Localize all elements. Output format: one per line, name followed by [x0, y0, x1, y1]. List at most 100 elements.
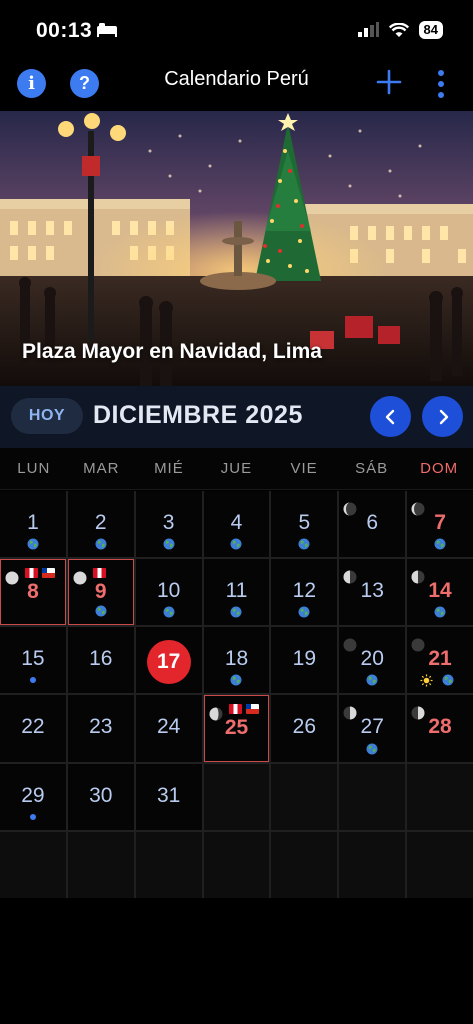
previous-month-button[interactable]	[370, 396, 411, 437]
day-number: 30	[89, 783, 113, 807]
day-cell[interactable]: 31	[135, 763, 202, 830]
day-cell[interactable]: 7	[407, 491, 473, 558]
hero-caption: Plaza Mayor en Navidad, Lima	[22, 340, 322, 363]
day-number: 24	[156, 715, 181, 739]
chevron-left-icon	[385, 409, 394, 424]
empty-cell	[271, 831, 338, 898]
moon-phase-icon	[343, 570, 357, 584]
hero-image: Plaza Mayor en Navidad, Lima	[0, 111, 473, 386]
day-number: 3	[162, 511, 175, 534]
globe-icon	[442, 674, 454, 686]
month-header: HOY DICIEMBRE 2025	[0, 386, 473, 448]
day-cell[interactable]: 26	[271, 695, 338, 762]
battery-indicator: 84	[418, 21, 443, 39]
status-icons: 84	[357, 21, 443, 39]
chile-flag-icon	[42, 568, 55, 579]
moon-phase-icon	[209, 707, 223, 721]
day-cell[interactable]: 11	[203, 559, 270, 626]
status-bar: 00:13 84	[0, 0, 473, 60]
day-number: 2	[94, 511, 107, 534]
day-cell[interactable]: 12	[271, 559, 338, 626]
day-number: 19	[292, 647, 317, 671]
globe-icon	[27, 538, 39, 550]
day-cell[interactable]: 21	[407, 627, 473, 694]
weekday-label: DOM	[420, 460, 459, 477]
empty-cell	[339, 831, 406, 898]
globe-icon	[366, 743, 378, 755]
holiday-flags	[92, 568, 106, 579]
day-number: 15	[21, 647, 45, 671]
day-cell[interactable]: 29	[0, 763, 66, 830]
day-cell[interactable]: 10	[135, 559, 202, 626]
day-cell[interactable]: 19	[271, 627, 338, 694]
holiday-flags	[25, 568, 55, 579]
weekday-label: VIE	[290, 460, 318, 477]
globe-icon	[230, 674, 242, 686]
chile-flag-icon	[245, 704, 259, 715]
moon-phase-icon	[411, 638, 425, 652]
globe-icon	[230, 538, 242, 550]
signal-icon	[357, 22, 379, 37]
globe-icon	[230, 606, 242, 618]
day-cell[interactable]: 6	[339, 491, 406, 558]
day-number: 1	[27, 511, 39, 534]
day-number: 22	[21, 715, 45, 739]
day-number: 12	[292, 579, 317, 603]
nav-bar: i ? Calendario Perú	[0, 60, 473, 110]
day-cell[interactable]: 3	[135, 491, 202, 558]
moon-phase-icon	[5, 571, 19, 585]
day-cell[interactable]: 5	[271, 491, 338, 558]
month-title: DICIEMBRE 2025	[93, 401, 303, 429]
day-cell[interactable]: 20	[339, 627, 406, 694]
day-cell[interactable]: 15	[0, 627, 66, 694]
empty-cell	[271, 763, 338, 830]
globe-icon	[95, 538, 107, 550]
globe-icon	[163, 606, 175, 618]
status-time: 00:13	[36, 19, 93, 42]
day-cell[interactable]: 27	[339, 695, 406, 762]
day-cell[interactable]: 8	[0, 559, 66, 626]
event-dot	[29, 813, 36, 820]
day-number: 23	[89, 715, 113, 739]
moon-phase-icon	[343, 502, 357, 516]
peru-flag-icon	[25, 568, 38, 579]
today-button[interactable]: HOY	[11, 398, 83, 434]
day-cell[interactable]: 25	[203, 695, 270, 762]
empty-cell	[135, 831, 202, 898]
day-cell[interactable]: 13	[339, 559, 406, 626]
day-cell[interactable]: 14	[407, 559, 473, 626]
chevron-right-icon	[439, 409, 448, 424]
peru-flag-icon	[92, 568, 106, 579]
moon-phase-icon	[343, 706, 357, 720]
weekday-label: MIÉ	[154, 460, 184, 477]
day-number: 18	[224, 647, 249, 671]
weekday-header: LUN MAR MIÉ JUE VIE SÁB DOM	[0, 448, 473, 490]
more-options-icon[interactable]	[434, 68, 448, 100]
day-cell[interactable]: 24	[135, 695, 202, 762]
globe-icon	[95, 605, 107, 617]
empty-cell	[407, 763, 473, 830]
day-number: 11	[225, 579, 248, 603]
peru-flag-icon	[228, 704, 242, 715]
day-cell[interactable]: 16	[67, 627, 134, 694]
empty-cell	[407, 831, 473, 898]
day-cell[interactable]: 23	[67, 695, 134, 762]
weekday-label: JUE	[220, 460, 253, 477]
next-month-button[interactable]	[422, 396, 463, 437]
empty-cell	[203, 763, 270, 830]
day-cell[interactable]: 9	[67, 559, 134, 626]
day-cell[interactable]: 4	[203, 491, 270, 558]
day-cell[interactable]: 1	[0, 491, 66, 558]
day-cell[interactable]: 18	[203, 627, 270, 694]
day-number: 16	[89, 647, 113, 671]
holiday-flags	[228, 704, 259, 715]
day-cell[interactable]: 22	[0, 695, 66, 762]
add-event-button[interactable]	[375, 68, 403, 96]
day-cell[interactable]: 17	[135, 627, 202, 694]
day-cell[interactable]: 30	[67, 763, 134, 830]
day-cell[interactable]: 2	[67, 491, 134, 558]
day-number: 26	[292, 715, 317, 739]
day-cell[interactable]: 28	[407, 695, 473, 762]
bed-icon	[97, 23, 117, 37]
moon-phase-icon	[411, 706, 425, 720]
